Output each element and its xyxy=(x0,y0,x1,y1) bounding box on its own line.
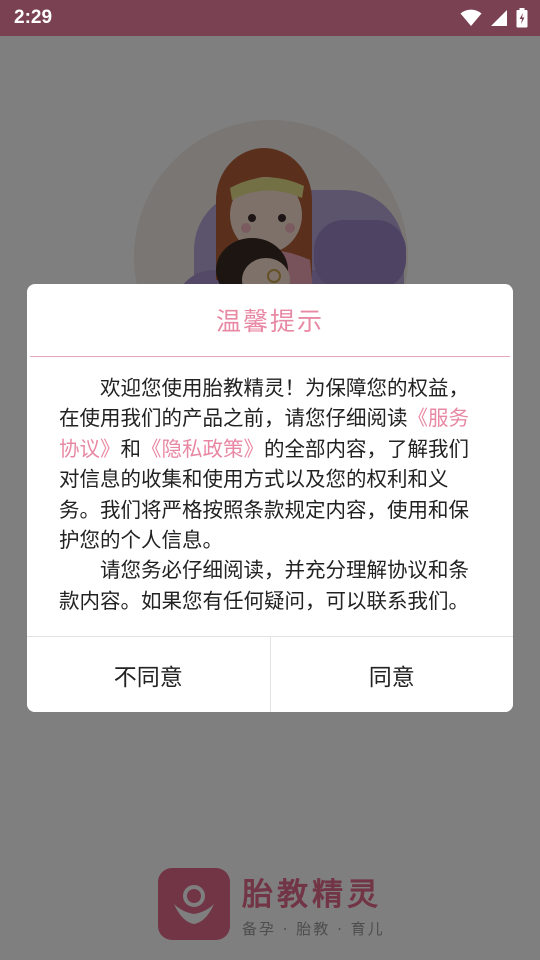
status-icons xyxy=(460,8,528,28)
privacy-policy-link[interactable]: 《隐私政策》 xyxy=(141,437,264,461)
wifi-icon xyxy=(460,9,482,27)
signal-icon xyxy=(490,9,508,27)
dialog-actions: 不同意 同意 xyxy=(27,636,513,712)
dialog-paragraph-1: 欢迎您使用胎教精灵！为保障您的权益，在使用我们的产品之前，请您仔细阅读《服务协议… xyxy=(59,373,481,555)
dialog-body: 欢迎您使用胎教精灵！为保障您的权益，在使用我们的产品之前，请您仔细阅读《服务协议… xyxy=(27,357,513,616)
status-bar: 2:29 xyxy=(0,0,540,36)
dialog-paragraph-2: 请您务必仔细阅读，并充分理解协议和条款内容。如果您有任何疑问，可以联系我们。 xyxy=(59,558,469,613)
dialog-title: 温馨提示 xyxy=(215,307,324,336)
paragraph-text-middle: 和 xyxy=(120,436,142,461)
battery-charging-icon xyxy=(516,8,528,28)
status-time: 2:29 xyxy=(14,7,53,28)
disagree-button[interactable]: 不同意 xyxy=(27,637,270,712)
agree-button[interactable]: 同意 xyxy=(269,637,513,712)
privacy-dialog: 温馨提示 欢迎您使用胎教精灵！为保障您的权益，在使用我们的产品之前，请您仔细阅读… xyxy=(27,284,513,712)
